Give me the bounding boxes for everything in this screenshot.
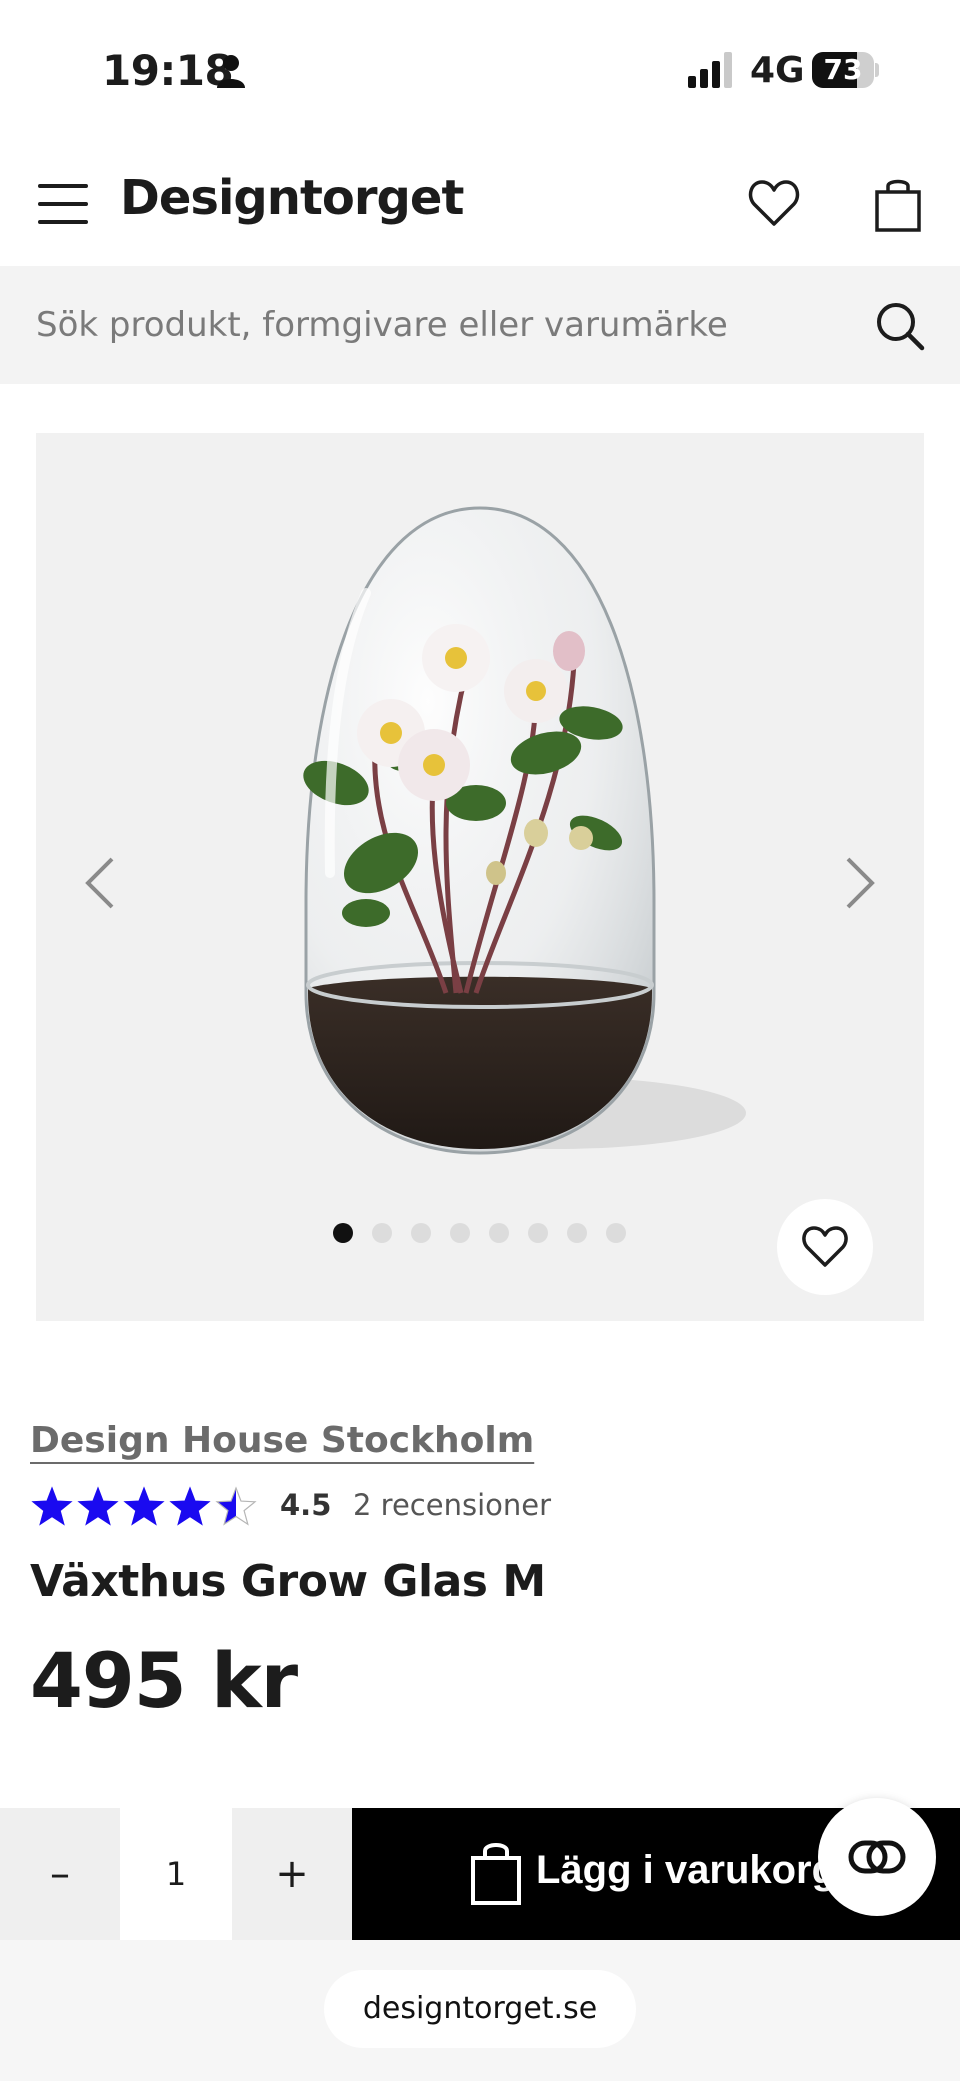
status-time: 19:18 [102,46,234,95]
browser-bottom-bar: designtorget.se [0,1940,960,2081]
quantity-decrease-button[interactable]: – [0,1808,120,1940]
search-icon[interactable] [872,298,928,354]
add-to-cart-bar: – 1 + Lägg i varukorgen [0,1808,960,1940]
gallery-dot[interactable] [450,1223,470,1243]
person-icon [217,55,245,88]
gallery-dot[interactable] [489,1223,509,1243]
product-price: 495 kr [30,1636,298,1725]
heart-icon [802,1226,848,1267]
gallery-dot[interactable] [411,1223,431,1243]
hamburger-menu-icon[interactable] [38,184,90,224]
quantity-value[interactable]: 1 [120,1808,232,1940]
url-bar[interactable]: designtorget.se [324,1970,636,2048]
rating-stars [31,1486,257,1526]
product-title: Växthus Grow Glas M [30,1556,546,1607]
heart-icon[interactable] [748,178,800,228]
star-icon [215,1486,257,1526]
battery-icon: 73 [812,52,879,88]
shopping-bag-icon[interactable] [874,176,922,232]
network-type: 4G [750,50,805,91]
quantity-increase-button[interactable]: + [232,1808,352,1940]
search-bar [0,266,960,384]
status-bar: 19:18 4G 73 [0,0,960,140]
chat-icon [848,1840,906,1874]
gallery-dot[interactable] [528,1223,548,1243]
review-count[interactable]: 2 recensioner [353,1488,551,1522]
chat-button[interactable] [818,1798,936,1916]
signal-icon [688,52,732,88]
shopping-bag-icon [471,1843,521,1905]
site-logo[interactable]: Designtorget [120,170,464,226]
battery-percent: 73 [823,53,863,86]
gallery-pagination [333,1223,633,1243]
star-icon [123,1486,165,1526]
site-header: Designtorget [0,140,960,266]
product-image [303,506,746,1155]
star-icon [77,1486,119,1526]
star-icon [31,1486,73,1526]
favorite-button[interactable] [777,1199,873,1295]
gallery-dot[interactable] [333,1223,353,1243]
product-rating[interactable]: 4.5 2 recensioner [30,1486,630,1528]
brand-link[interactable]: Design House Stockholm [30,1420,534,1461]
star-icon [169,1486,211,1526]
search-input[interactable] [36,266,856,384]
chevron-left-icon[interactable] [80,853,120,913]
gallery-dot[interactable] [606,1223,626,1243]
product-gallery[interactable] [36,433,924,1321]
chevron-right-icon[interactable] [840,853,880,913]
gallery-dot[interactable] [372,1223,392,1243]
gallery-dot[interactable] [567,1223,587,1243]
rating-value: 4.5 [280,1488,332,1522]
